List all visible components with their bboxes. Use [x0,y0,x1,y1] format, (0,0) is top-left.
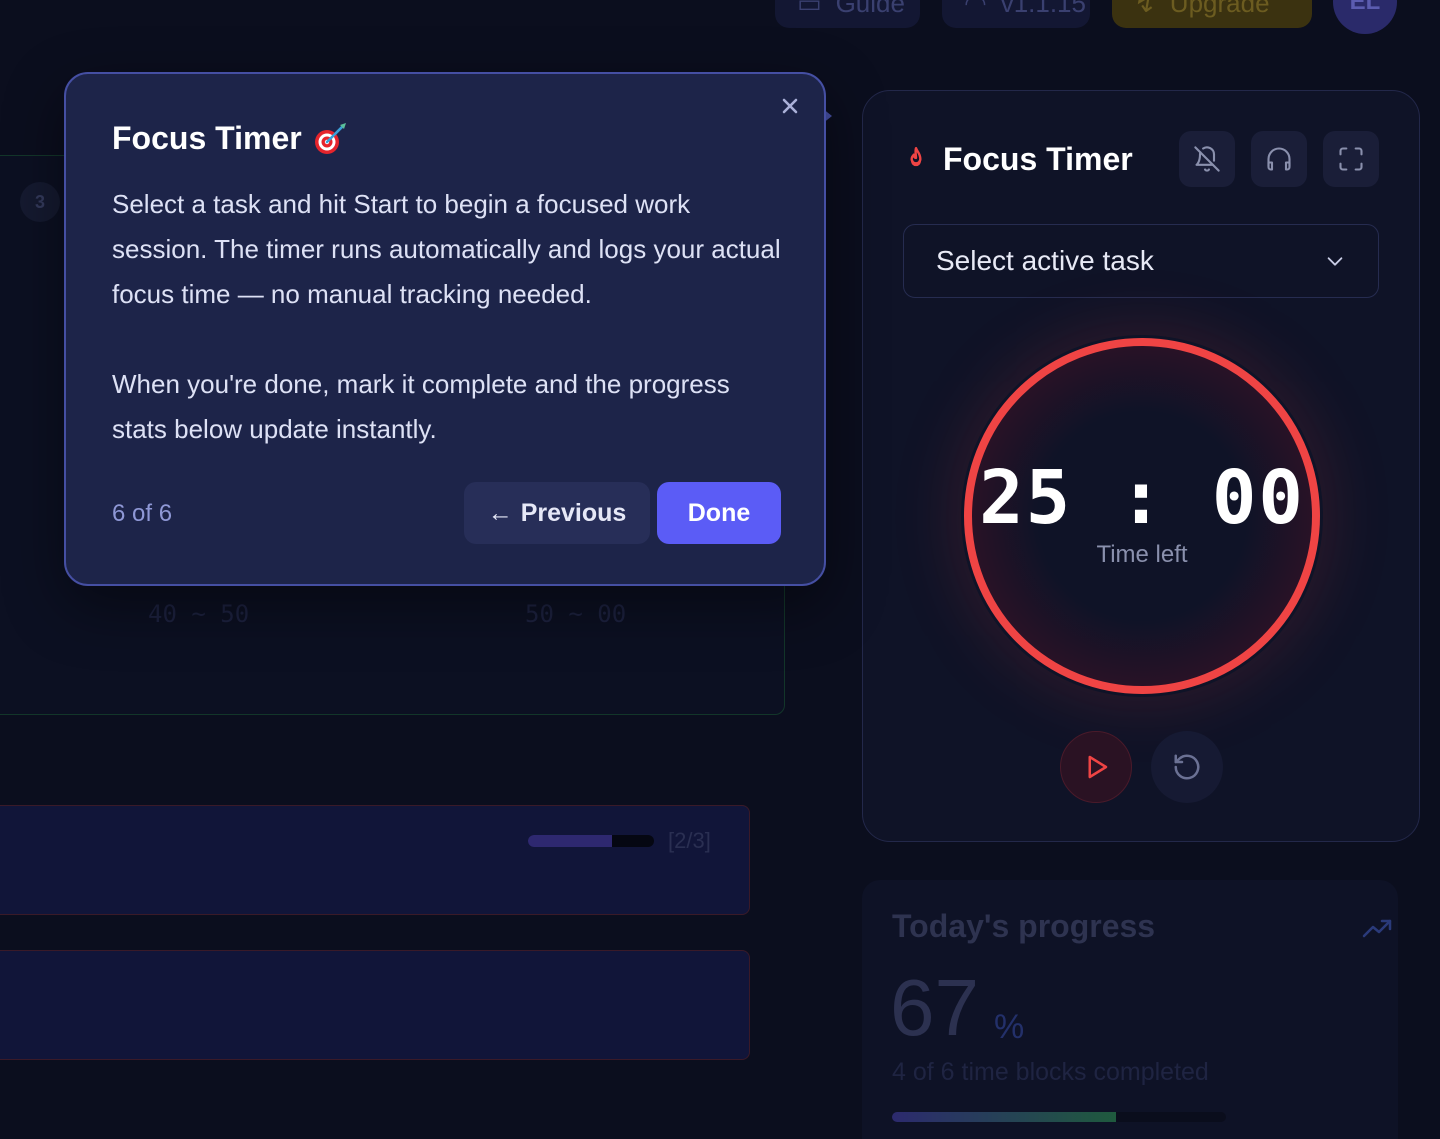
close-icon [782,98,798,114]
dart-target-icon [314,122,346,154]
upgrade-label: Upgrade [1169,0,1270,18]
progress-percent-value: 67 [890,963,979,1052]
time-remaining: 25 : 00 [979,455,1305,541]
time-range-label: 50 ~ 00 [525,600,627,628]
previous-button[interactable]: ← Previous [464,482,650,544]
bell-off-icon [1194,146,1220,172]
close-button[interactable] [776,92,804,120]
active-task-select[interactable]: Select active task [903,224,1379,298]
focus-timer-title: Focus Timer [943,140,1133,177]
done-button[interactable]: Done [657,482,781,544]
task-row-count: [2/3] [668,828,711,853]
bolt-icon: ↯ [1134,0,1156,18]
play-icon [1088,755,1108,779]
task-row[interactable] [0,950,750,1060]
bell-icon: ◠ [964,0,987,18]
progress-title: Today's progress [892,908,1156,944]
reset-timer-button[interactable] [1151,731,1223,803]
task-row-progress-bar [528,835,654,847]
guide-label: Guide [835,0,905,18]
version-label: v1.1.15 [1000,0,1086,18]
start-timer-button[interactable] [1060,731,1132,803]
avatar[interactable]: EL [1333,0,1397,34]
tour-title: Focus Timer [112,120,348,157]
task-row[interactable] [0,805,750,915]
tour-paragraph: Select a task and hit Start to begin a f… [112,189,781,309]
tour-step-counter: 6 of 6 [112,500,173,527]
fullscreen-button[interactable] [1323,131,1379,187]
progress-percent-unit: % [994,1008,1025,1046]
version-button[interactable]: ◠ v1.1.15 [942,0,1090,28]
previous-button-label: Previous [520,498,627,527]
guide-button[interactable]: ▭ Guide [775,0,920,28]
progress-bar-fill [892,1112,1116,1122]
time-left-label: Time left [1096,541,1188,568]
book-icon: ▭ [797,0,822,18]
timer-ring: 25 : 00 Time left [961,335,1323,697]
task-row-progress-fill [528,835,613,847]
active-task-select-value: Select active task [936,245,1154,276]
tour-popover: Focus Timer Select a task and hit Start … [64,72,826,586]
progress-bar [892,1112,1226,1122]
tour-paragraph: When you're done, mark it complete and t… [112,369,730,444]
time-range-label: 40 ~ 50 [148,600,250,628]
mute-notifications-button[interactable] [1179,131,1235,187]
chevron-down-icon [1327,257,1343,266]
flame-icon [910,146,922,167]
focus-timer-header: Focus Timer [903,131,1379,187]
reset-icon [1174,754,1200,780]
fullscreen-icon [1339,147,1363,171]
arrow-left-icon: ← [487,498,513,527]
trending-up-icon [1362,919,1392,938]
upgrade-button[interactable]: ↯ Upgrade [1112,0,1312,28]
schedule-badge: 3 [20,182,60,222]
focus-timer-card: Focus Timer Select active task 25: 00 T… [862,90,1420,842]
tour-body: Select a task and hit Start to begin a f… [112,182,782,452]
progress-subtitle: 4 of 6 time blocks completed [892,1058,1209,1086]
headphones-icon [1267,147,1291,171]
tour-title-text: Focus Timer [112,120,302,156]
ambient-sound-button[interactable] [1251,131,1307,187]
